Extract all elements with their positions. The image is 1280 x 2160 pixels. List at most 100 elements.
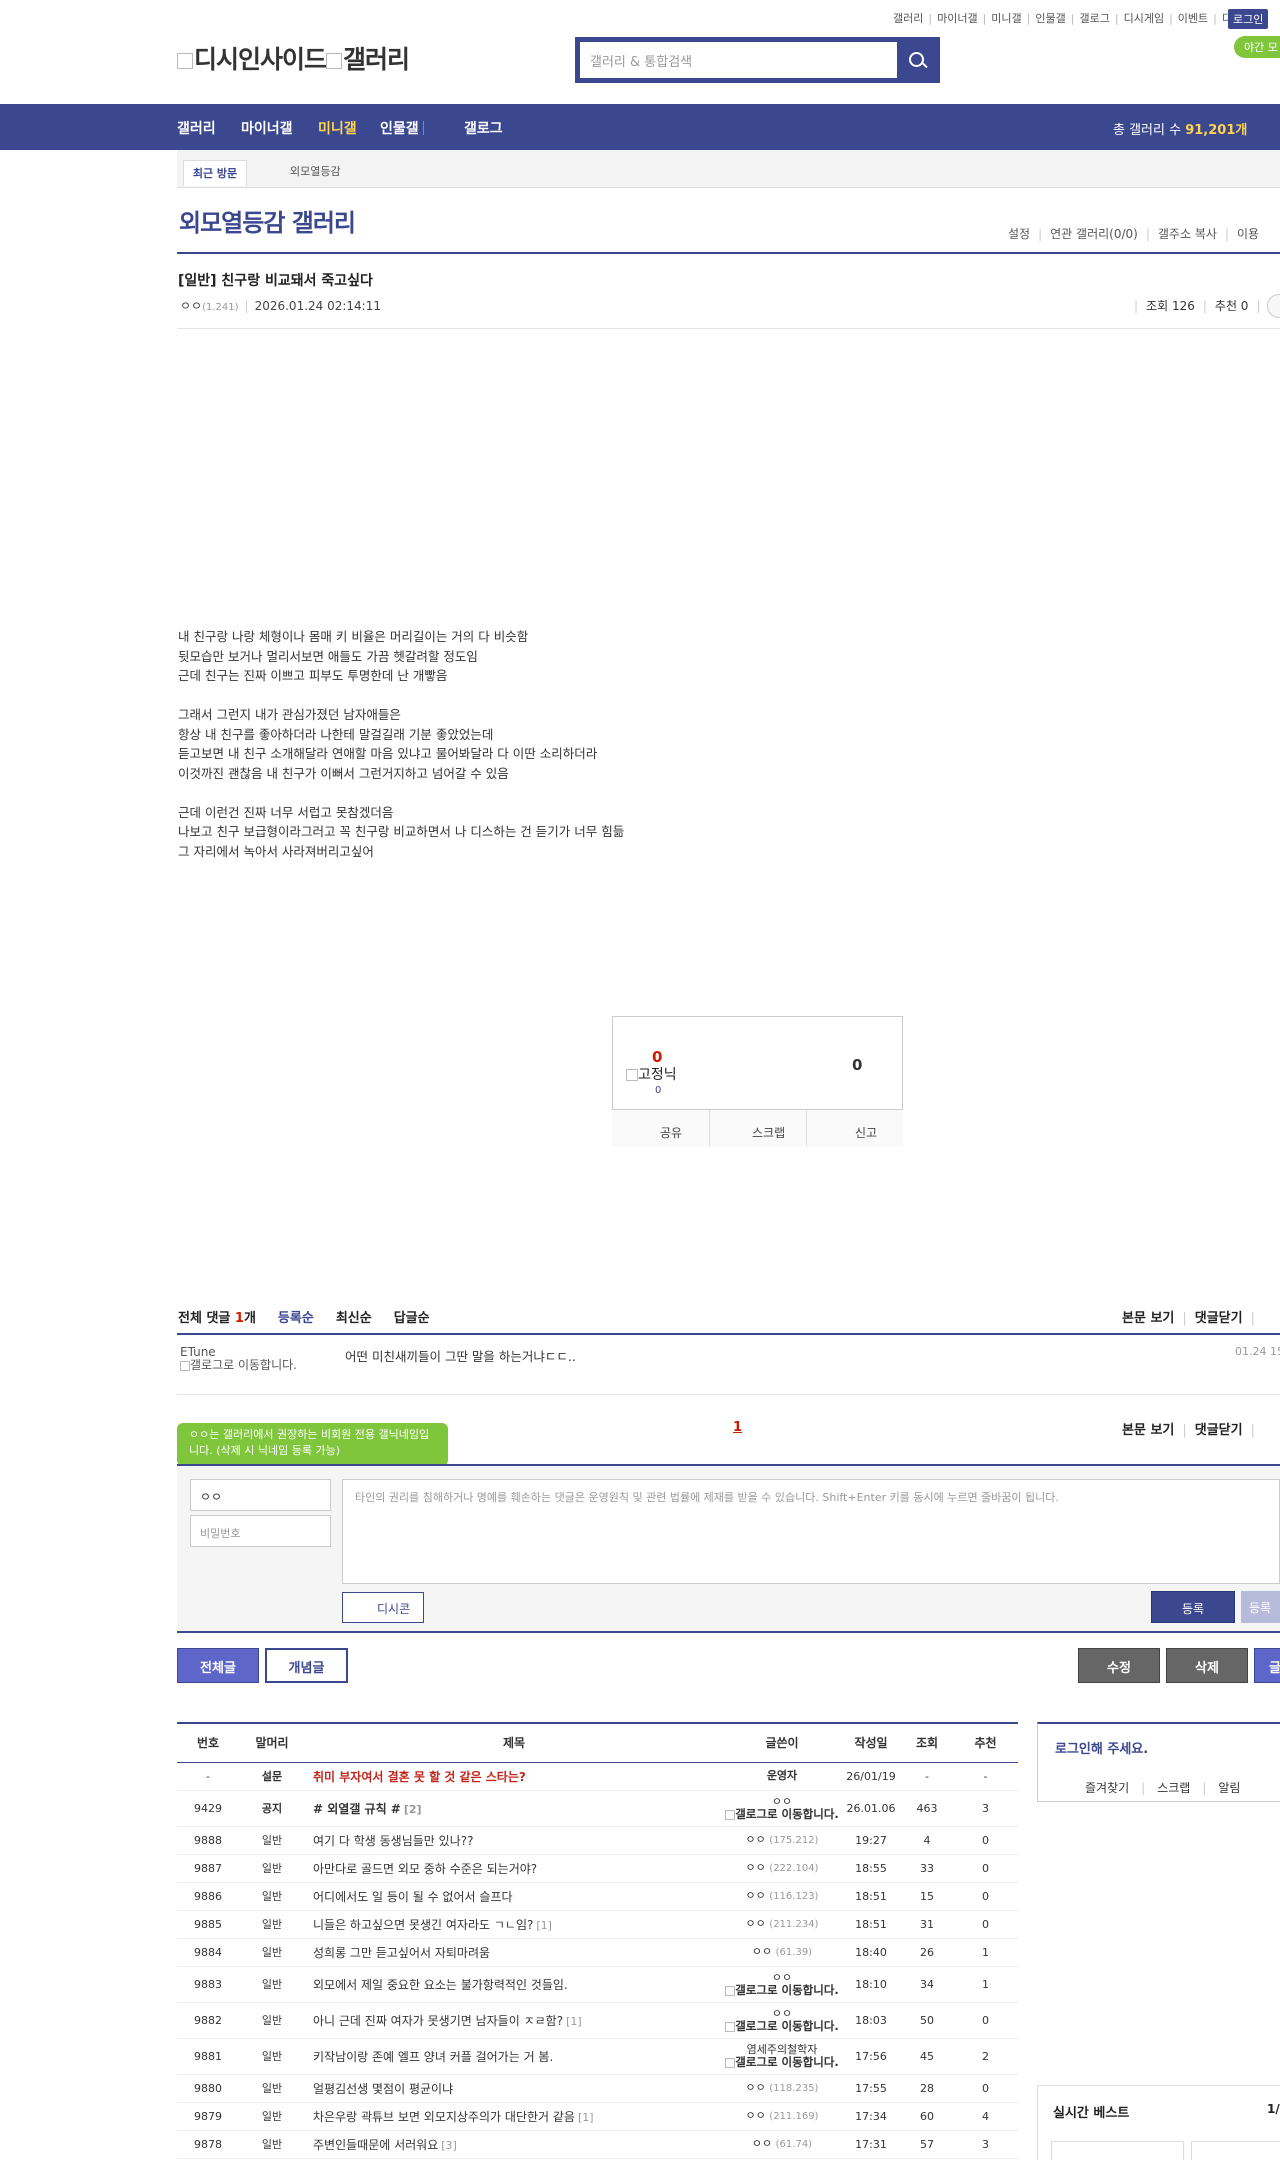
night-mode-toggle[interactable]: 야간 모 xyxy=(1234,36,1280,58)
nav-mini-gallery[interactable]: 미니갤 xyxy=(318,118,357,138)
top-link[interactable]: 미니갤 xyxy=(991,10,1021,26)
login-prompt[interactable]: 로그인해 주세요. xyxy=(1055,1738,1148,1757)
post-title-link[interactable]: 아만다로 골드면 외모 중하 수준은 되는거야? xyxy=(313,1862,537,1876)
cell-title[interactable]: 차은우랑 곽튜브 보면 외모지상주의가 대단한거 같음 [1] xyxy=(305,2102,723,2131)
edit-button[interactable]: 수정 xyxy=(1078,1648,1160,1683)
post-title-link[interactable]: 키작남이랑 존예 엘프 양녀 커플 걸어가는 거 봄. xyxy=(313,2050,553,2064)
nav-minor-gallery[interactable]: 마이너갤 xyxy=(241,118,293,138)
comment-page-link[interactable]: 1 xyxy=(733,1420,742,1435)
table-row[interactable]: - 설문 취미 부자여서 결혼 못 할 것 같은 스타는? 운영자 26/01/19- - xyxy=(177,1762,1018,1791)
top-link[interactable]: 마이너갤 xyxy=(937,10,977,26)
writer-nick[interactable]: ㅇㅇ xyxy=(752,2137,772,2150)
search-input[interactable]: 갤러리 & 통합검색 xyxy=(580,42,897,78)
post-title-link[interactable]: 외모에서 제일 중요한 요소는 불가항력적인 것들임. xyxy=(313,1978,568,1992)
post-title-link[interactable]: 얼평김선생 몇점이 평균이냐 xyxy=(313,2082,453,2096)
cell-title[interactable]: 얼평김선생 몇점이 평균이냐 xyxy=(305,2074,723,2103)
writer-nick[interactable]: ㅇㅇ xyxy=(746,2081,766,2094)
table-row[interactable]: 9887 일반 아만다로 골드면 외모 중하 수준은 되는거야? ㅇㅇ (222.10… xyxy=(177,1854,1018,1883)
cell-writer[interactable]: 운영자 xyxy=(723,1762,841,1791)
reply-count[interactable]: [1] xyxy=(578,2111,594,2124)
cell-writer[interactable]: ㅇㅇ 갤로그로 이동합니다. xyxy=(723,1966,841,2003)
all-posts-button[interactable]: 전체글 xyxy=(177,1648,259,1683)
notifications-tab[interactable]: 알림 xyxy=(1218,1781,1240,1795)
cell-writer[interactable]: ㅇㅇ (175.212) xyxy=(723,1826,841,1855)
fixed-nick-recommend-button[interactable]: 고정닉 xyxy=(626,1064,677,1084)
cell-title[interactable]: 외모에서 제일 중요한 요소는 불가항력적인 것들임. xyxy=(305,1966,723,2003)
gallery-title[interactable]: 외모열등감 갤러리 xyxy=(179,203,356,238)
cell-writer[interactable]: ㅇㅇ (211.169) xyxy=(723,2102,841,2131)
comment-submit-recommend-button[interactable]: 등록 xyxy=(1241,1591,1280,1623)
table-row[interactable]: 9888 일반 여기 다 학생 동생님들만 있나?? ㅇㅇ (175.212) 19:2… xyxy=(177,1826,1018,1855)
view-body-link[interactable]: 본문 보기 xyxy=(1122,1423,1174,1438)
cell-title[interactable]: 성희롱 그만 듣고싶어서 자퇴마려움 xyxy=(305,1938,723,1967)
table-row[interactable]: 9883 일반 외모에서 제일 중요한 요소는 불가항력적인 것들임. ㅇㅇ 갤로그로 … xyxy=(177,1966,1018,2003)
realtime-best-card[interactable] xyxy=(1051,2141,1184,2160)
top-link[interactable]: 디시게임 xyxy=(1124,10,1164,26)
favorites-tab[interactable]: 즐겨찾기 xyxy=(1085,1781,1129,1795)
cell-title[interactable]: 어디에서도 일 등이 될 수 없어서 슬프다 xyxy=(305,1882,723,1911)
related-gallery-link[interactable]: 연관 갤러리(0/0) xyxy=(1050,227,1138,241)
cell-writer[interactable]: ㅇㅇ (61.39) xyxy=(723,1938,841,1967)
cell-title[interactable]: # 외열갤 규칙 # [2] xyxy=(305,1790,723,1827)
post-title-link[interactable]: 주변인들때문에 서러워요 xyxy=(313,2138,438,2152)
writer-nick[interactable]: ㅇㅇ xyxy=(746,2109,766,2122)
writer-nick[interactable]: ㅇㅇ xyxy=(746,1861,766,1874)
cell-title[interactable]: 주변인들때문에 서러워요 [3] xyxy=(305,2130,723,2159)
scrap-button[interactable]: 스크랩 xyxy=(752,1124,785,1141)
cell-writer[interactable]: ㅇㅇ (211.234) xyxy=(723,1910,841,1939)
close-comments-link[interactable]: 댓글닫기 xyxy=(1195,1423,1243,1438)
cell-title[interactable]: 아만다로 골드면 외모 중하 수준은 되는거야? xyxy=(305,1854,723,1883)
usage-link[interactable]: 이용 xyxy=(1237,227,1259,241)
delete-button[interactable]: 삭제 xyxy=(1166,1648,1248,1683)
comment-textarea[interactable]: 타인의 권리를 침해하거나 명예를 훼손하는 댓글은 운영원칙 및 관련 법률에… xyxy=(342,1479,1280,1584)
top-link[interactable]: 갤로그 xyxy=(1079,10,1109,26)
writer-nick[interactable]: ㅇㅇ xyxy=(752,1945,772,1958)
login-button[interactable]: 로그인 xyxy=(1228,9,1269,29)
table-row[interactable]: 9880 일반 얼평김선생 몇점이 평균이냐 ㅇㅇ (118.235) 17:55 28 0 xyxy=(177,2074,1018,2103)
comment-submit-button[interactable]: 등록 xyxy=(1151,1591,1235,1623)
report-button[interactable]: 신고 xyxy=(855,1124,877,1141)
writer-nick[interactable]: ㅇㅇ xyxy=(746,1889,766,1902)
post-title-link[interactable]: 취미 부자여서 결혼 못 할 것 같은 스타는? xyxy=(313,1770,526,1784)
search-icon[interactable] xyxy=(907,50,929,72)
password-input[interactable]: 비밀번호 xyxy=(190,1515,331,1547)
table-row[interactable]: 9886 일반 어디에서도 일 등이 될 수 없어서 슬프다 ㅇㅇ (116.123)… xyxy=(177,1882,1018,1911)
cell-writer[interactable]: ㅇㅇ (61.74) xyxy=(723,2130,841,2159)
table-row[interactable]: 9878 일반 주변인들때문에 서러워요 [3] ㅇㅇ (61.74) 17:31 57 3 xyxy=(177,2130,1018,2159)
more-options-button[interactable] xyxy=(1267,294,1280,318)
nickname-input[interactable]: ㅇㅇ xyxy=(190,1479,331,1511)
cell-writer[interactable]: ㅇㅇ (116.123) xyxy=(723,1882,841,1911)
close-comments-link[interactable]: 댓글닫기 xyxy=(1195,1311,1243,1326)
cell-title[interactable]: 여기 다 학생 동생님들만 있나?? xyxy=(305,1826,723,1855)
scrap-tab[interactable]: 스크랩 xyxy=(1157,1781,1190,1795)
share-button[interactable]: 공유 xyxy=(660,1124,682,1141)
sort-by-reply[interactable]: 답글순 xyxy=(394,1311,430,1326)
top-link[interactable]: 인물갤 xyxy=(1035,10,1065,26)
cell-title[interactable]: 아니 근데 진짜 여자가 못생기면 남자들이 ㅈㄹ함? [1] xyxy=(305,2002,723,2039)
gallery-settings-link[interactable]: 설정 xyxy=(1008,227,1030,241)
sort-by-latest[interactable]: 최신순 xyxy=(336,1311,372,1326)
write-button[interactable]: 글 xyxy=(1254,1648,1280,1683)
post-title-link[interactable]: # 외열갤 규칙 # xyxy=(313,1802,401,1816)
reply-count[interactable]: [3] xyxy=(441,2139,457,2152)
gallog-link[interactable]: 갤로그로 이동합니다. xyxy=(723,2056,841,2068)
top-link[interactable]: 갤러리 xyxy=(893,10,923,26)
cell-writer[interactable]: ㅇㅇ (118.235) xyxy=(723,2074,841,2103)
dccon-button[interactable]: 디시콘 xyxy=(342,1592,424,1623)
cell-title[interactable]: 니들은 하고싶으면 못생긴 여자라도 ㄱㄴ임? [1] xyxy=(305,1910,723,1939)
dcinside-logo[interactable]: 디시인사이드 갤러리 xyxy=(177,40,410,76)
gallog-link[interactable]: 갤로그로 이동합니다. xyxy=(723,1984,841,1996)
writer-nick[interactable]: ㅇㅇ xyxy=(746,1917,766,1930)
recent-visit-tab[interactable]: 최근 방문 xyxy=(183,160,247,186)
post-title-link[interactable]: 여기 다 학생 동생님들만 있나?? xyxy=(313,1834,473,1848)
post-title-link[interactable]: 어디에서도 일 등이 될 수 없어서 슬프다 xyxy=(313,1890,513,1904)
post-title-link[interactable]: 성희롱 그만 듣고싶어서 자퇴마려움 xyxy=(313,1946,490,1960)
realtime-best-card[interactable] xyxy=(1191,2141,1280,2160)
concept-posts-button[interactable]: 개념글 xyxy=(265,1648,348,1683)
gallog-link[interactable]: 갤로그로 이동합니다. xyxy=(723,2020,841,2032)
cell-writer[interactable]: 염세주의철학자 갤로그로 이동합니다. xyxy=(723,2038,841,2075)
cell-title[interactable]: 취미 부자여서 결혼 못 할 것 같은 스타는? xyxy=(305,1762,723,1791)
top-link[interactable]: 이벤트 xyxy=(1178,10,1208,26)
cell-writer[interactable]: ㅇㅇ 갤로그로 이동합니다. xyxy=(723,1790,841,1827)
table-row[interactable]: 9429 공지 # 외열갤 규칙 # [2] ㅇㅇ 갤로그로 이동합니다. 26.01.06… xyxy=(177,1790,1018,1827)
